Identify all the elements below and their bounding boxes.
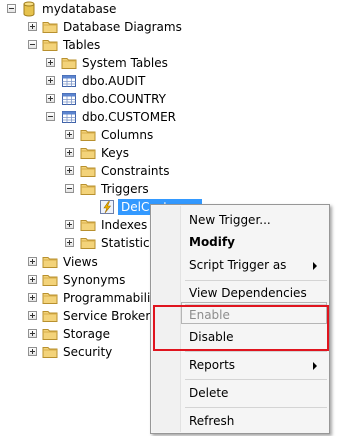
collapse-toggle[interactable] [46,112,55,121]
tree-node-label: Triggers [101,182,149,196]
expand-toggle[interactable] [46,76,55,85]
expand-toggle[interactable] [28,275,37,284]
menu-item-label: Refresh [189,414,235,428]
tree-node-label: Service Broker [63,309,151,323]
tree-node-keys[interactable]: Keys [0,144,337,162]
folder-icon [80,181,96,197]
tree-node-label: Keys [101,146,130,160]
trigger-icon [99,199,115,215]
menu-item-reports[interactable]: Reports [151,354,329,376]
folder-icon [42,272,58,288]
tree-node-label: Indexes [101,218,148,232]
expand-toggle[interactable] [65,130,74,139]
menu-item-script-trigger-as[interactable]: Script Trigger as [151,254,329,276]
collapse-toggle[interactable] [28,40,37,49]
folder-icon [80,217,96,233]
expand-toggle[interactable] [46,58,55,67]
tree-node-triggers[interactable]: Triggers [0,180,337,198]
menu-item-label: Script Trigger as [189,258,287,272]
table-icon [61,91,77,107]
submenu-arrow-icon [313,262,317,270]
menu-item-new-trigger[interactable]: New Trigger... [151,209,329,231]
tree-node-label: Statistics [101,236,156,250]
folder-icon [42,308,58,324]
tree-node-label: Database Diagrams [63,20,182,34]
menu-item-label: Reports [189,358,236,372]
folder-icon [42,254,58,270]
tree-node-label: Tables [63,38,101,52]
highlight-annotation-box [153,305,329,351]
folder-icon [42,344,58,360]
database-icon [21,1,37,17]
folder-icon [42,290,58,306]
tree-node-mydatabase[interactable]: mydatabase [0,0,337,18]
menu-item-view-dependencies[interactable]: View Dependencies [151,282,329,304]
folder-icon [80,163,96,179]
folder-icon [42,19,58,35]
expand-toggle[interactable] [46,94,55,103]
menu-separator [185,351,327,352]
tree-node-dbo-audit[interactable]: dbo.AUDIT [0,72,337,90]
tree-node-label: mydatabase [42,2,117,16]
tree-node-constraints[interactable]: Constraints [0,162,337,180]
expand-toggle[interactable] [28,311,37,320]
folder-icon [42,37,58,53]
menu-item-refresh[interactable]: Refresh [151,410,329,432]
table-icon [61,109,77,125]
menu-separator [185,407,327,408]
menu-item-label: New Trigger... [189,213,271,227]
tree-node-label: Programmability [63,291,163,305]
expand-toggle[interactable] [28,293,37,302]
tree-node-label: dbo.AUDIT [82,74,146,88]
menu-item-delete[interactable]: Delete [151,382,329,404]
tree-node-label: Constraints [101,164,170,178]
tree-node-system-tables[interactable]: System Tables [0,54,337,72]
menu-separator [185,379,327,380]
submenu-arrow-icon [313,362,317,370]
tree-node-label: System Tables [82,56,168,70]
menu-item-modify[interactable]: Modify [151,231,329,253]
tree-node-label: dbo.CUSTOMER [82,110,177,124]
expand-toggle[interactable] [28,22,37,31]
collapse-toggle[interactable] [7,4,16,13]
tree-node-label: Columns [101,128,154,142]
table-icon [61,73,77,89]
tree-node-dbo-customer[interactable]: dbo.CUSTOMER [0,108,337,126]
expand-toggle[interactable] [28,347,37,356]
tree-node-label: Synonyms [63,273,126,287]
expand-toggle[interactable] [65,238,74,247]
tree-node-label: dbo.COUNTRY [82,92,166,106]
expand-toggle[interactable] [65,220,74,229]
collapse-toggle[interactable] [65,184,74,193]
folder-icon [80,235,96,251]
menu-item-label: Delete [189,386,229,400]
folder-icon [80,127,96,143]
expand-toggle[interactable] [65,148,74,157]
tree-node-columns[interactable]: Columns [0,126,337,144]
expand-toggle[interactable] [65,166,74,175]
folder-icon [42,326,58,342]
menu-separator [185,280,327,281]
folder-icon [61,55,77,71]
tree-node-label: Views [63,255,98,269]
tree-node-dbo-country[interactable]: dbo.COUNTRY [0,90,337,108]
menu-item-label: View Dependencies [189,286,307,300]
folder-icon [80,145,96,161]
expand-toggle[interactable] [28,329,37,338]
tree-node-tables[interactable]: Tables [0,36,337,54]
tree-node-label: Security [63,345,113,359]
tree-node-label: Storage [63,327,110,341]
expand-toggle[interactable] [28,257,37,266]
menu-item-label: Modify [189,235,235,249]
tree-node-database-diagrams[interactable]: Database Diagrams [0,18,337,36]
